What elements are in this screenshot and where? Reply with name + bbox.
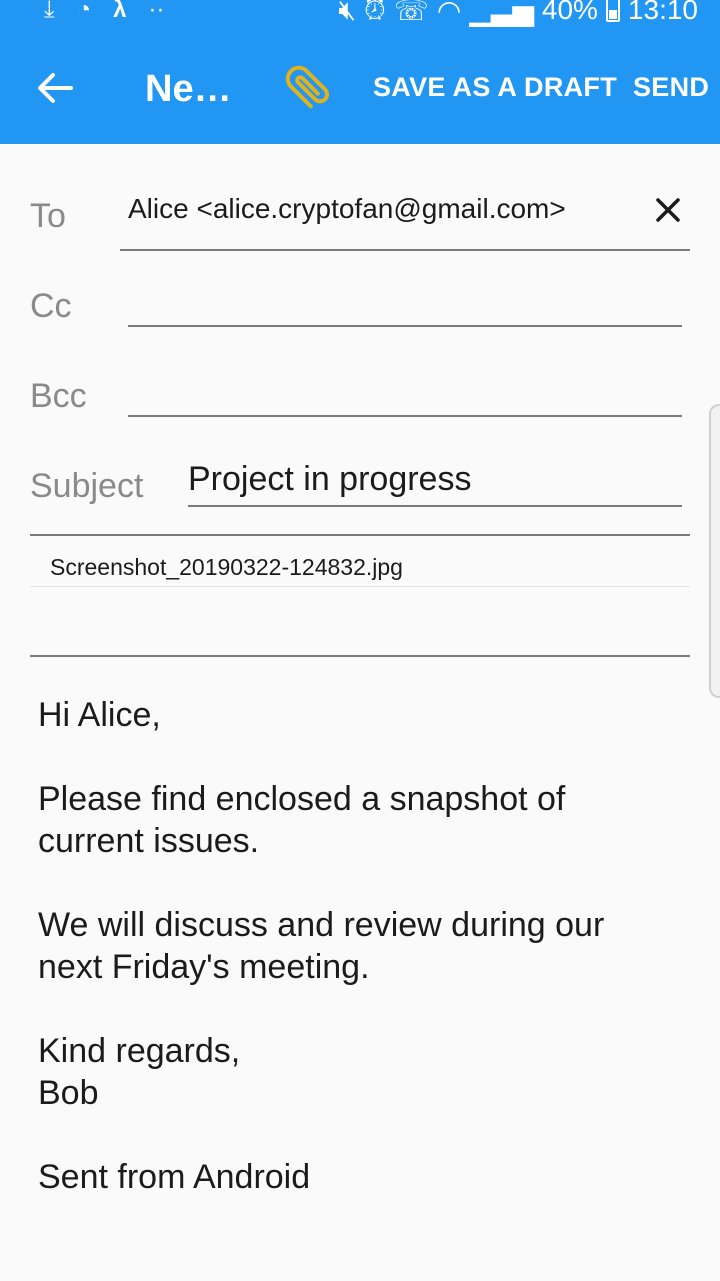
send-button[interactable]: SEND (633, 72, 709, 103)
back-arrow-icon (38, 73, 73, 103)
status-left-icons: ⤓ ◔ λ ·· (44, 0, 164, 26)
download-icon: ⤓ (44, 0, 55, 23)
app-bar: Ne… SAVE AS A DRAFT SEND (0, 32, 720, 144)
edge-panel-handle[interactable] (709, 404, 720, 698)
back-button[interactable] (30, 60, 80, 116)
to-field[interactable] (120, 249, 690, 251)
body-greeting: Hi Alice, (38, 696, 161, 734)
cc-field[interactable] (128, 325, 682, 327)
save-as-draft-button[interactable]: SAVE AS A DRAFT (373, 72, 617, 103)
speed-icon: ◔ (76, 0, 92, 23)
body-paragraph-2-line-2: next Friday's meeting. (38, 948, 370, 986)
body-closing: Kind regards, (38, 1032, 241, 1070)
status-bar: ⤓ ◔ λ ·· 🔇︎ ⏰︎ ☏ ◠ ▁▃▅ 40% 13:10 (0, 0, 720, 32)
body-paragraph-1-line-1: Please find enclosed a snapshot of (38, 780, 566, 818)
body-signature: Bob (38, 1074, 99, 1112)
lambda-icon: λ (113, 0, 127, 23)
status-right-icons: 🔇︎ ⏰︎ ☏ ◠ ▁▃▅ 40% 13:10 (338, 0, 698, 28)
battery-percent: 40% (541, 0, 598, 25)
attachment-filename[interactable]: Screenshot_20190322-124832.jpg (50, 554, 403, 581)
battery-icon (605, 0, 620, 22)
paperclip-icon (285, 65, 329, 109)
subject-underline (188, 505, 682, 507)
cc-label: Cc (30, 287, 72, 325)
message-body[interactable]: Hi Alice, Please find enclosed a snapsho… (38, 694, 688, 1240)
attach-button[interactable] (272, 52, 344, 124)
body-paragraph-2-line-1: We will discuss and review during our (38, 906, 605, 944)
bcc-field[interactable] (128, 415, 682, 417)
body-footer: Sent from Android (38, 1158, 311, 1196)
page-title: Ne… (145, 68, 232, 110)
close-icon (656, 198, 680, 222)
signal-icon: ▁▃▅ (469, 0, 534, 26)
alarm-icon: ⏰︎ (363, 0, 386, 25)
subject-label: Subject (30, 467, 144, 505)
mute-icon: 🔇︎ (338, 0, 356, 25)
attachment-divider (30, 586, 690, 587)
attachment-divider-top (30, 534, 690, 536)
bcc-label: Bcc (30, 377, 87, 415)
to-label: To (30, 197, 66, 235)
clock: 13:10 (627, 0, 698, 25)
wifi-call-icon: ☏ (393, 0, 429, 26)
subject-input[interactable]: Project in progress (188, 460, 471, 499)
to-recipient-chip[interactable]: Alice <alice.cryptofan@gmail.com> (128, 193, 566, 225)
remove-recipient-button[interactable] (650, 192, 686, 228)
more-dots-icon: ·· (148, 0, 165, 23)
body-divider (30, 655, 690, 657)
body-paragraph-1-line-2: current issues. (38, 822, 260, 860)
wifi-icon: ◠ (436, 0, 462, 26)
